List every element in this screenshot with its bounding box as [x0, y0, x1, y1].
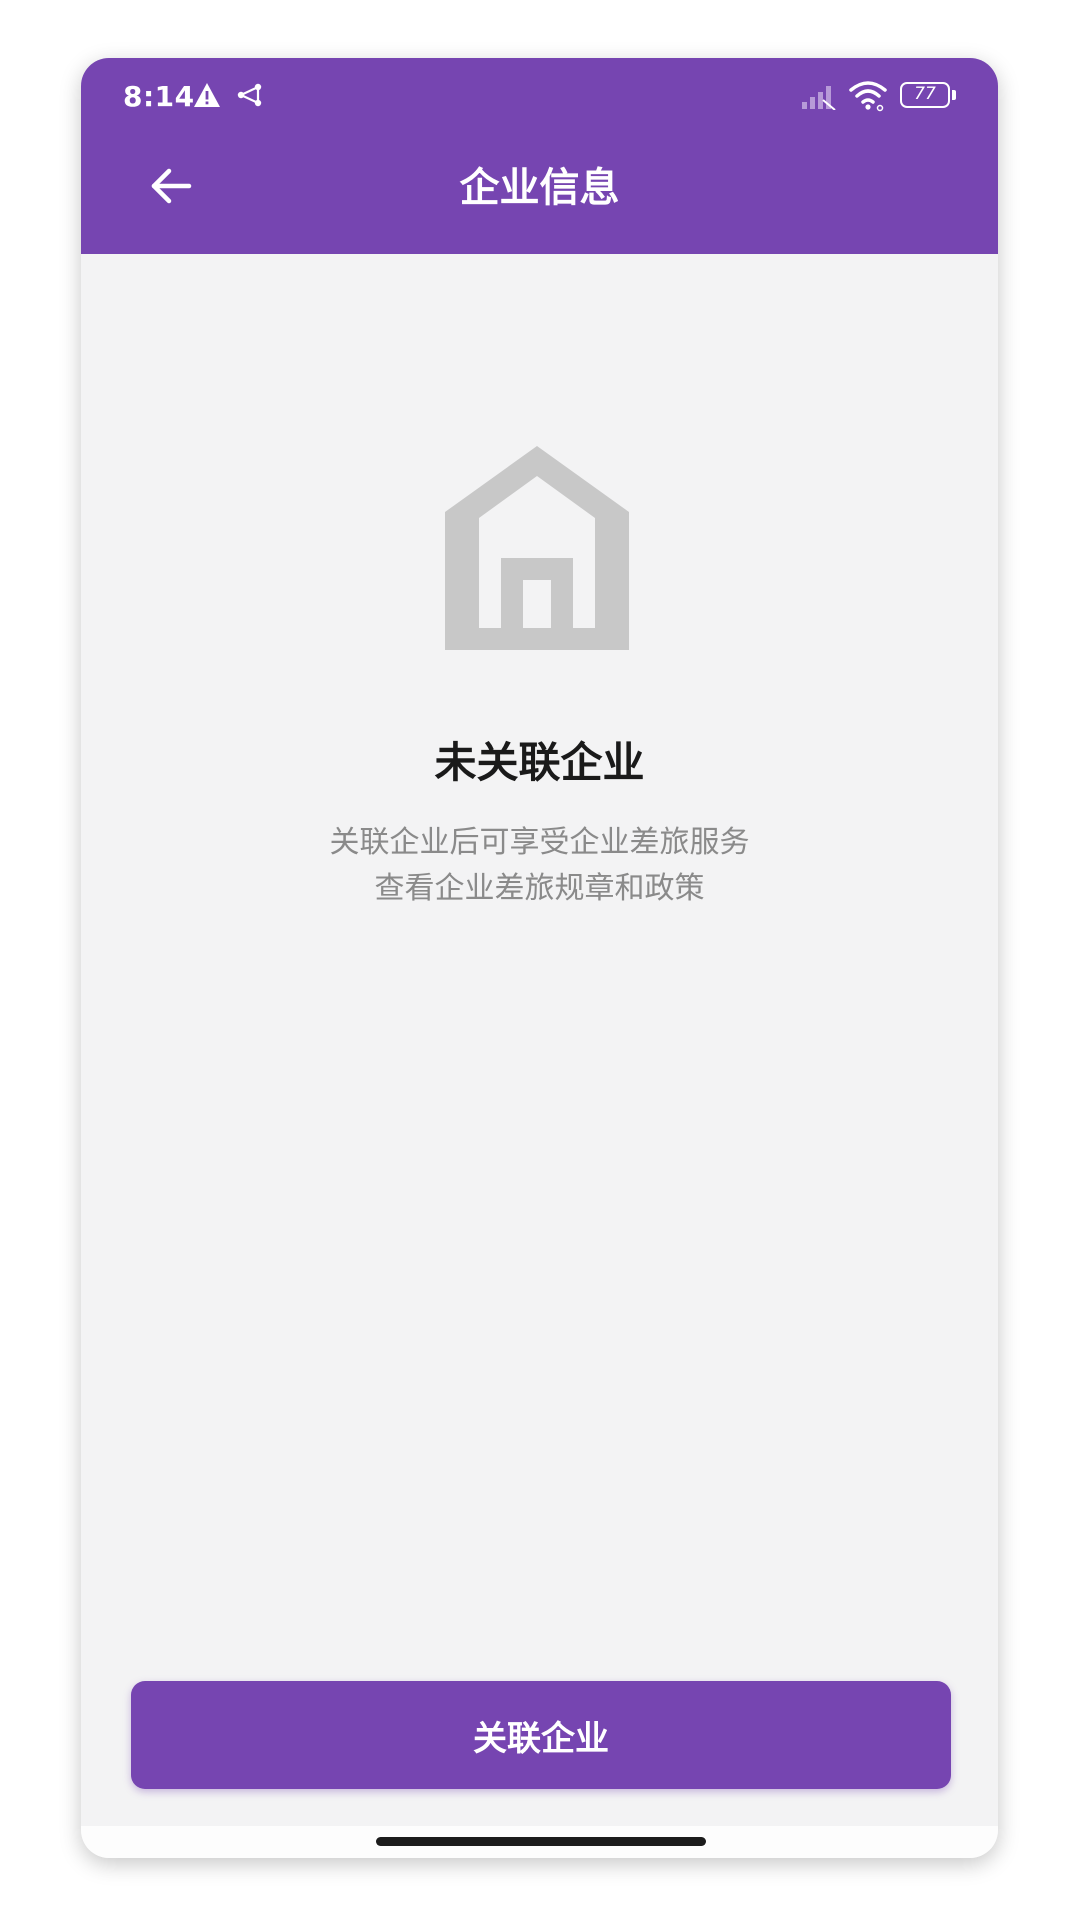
warning-icon — [194, 83, 220, 107]
battery-icon: 77 — [900, 82, 950, 108]
phone-screen: 8:14 77 企业信息 未关联企业 关联企业后可享受企业差旅服务 查看企业差旅… — [81, 58, 998, 1858]
description-line-1: 关联企业后可享受企业差旅服务 — [329, 825, 750, 860]
wifi-icon — [849, 81, 887, 112]
home-indicator[interactable] — [376, 1837, 706, 1846]
app-bar: 8:14 77 企业信息 — [81, 58, 998, 254]
status-time: 8:14 — [123, 80, 195, 113]
page-title: 企业信息 — [459, 165, 620, 211]
status-bar: 8:14 77 — [81, 58, 998, 138]
share-icon — [237, 83, 262, 107]
link-company-button[interactable]: 关联企业 — [131, 1681, 951, 1789]
battery-tip — [952, 90, 956, 100]
signal-icon — [802, 86, 836, 110]
house-icon — [445, 446, 629, 650]
battery-level: 77 — [914, 84, 936, 104]
description-line-2: 查看企业差旅规章和政策 — [374, 871, 705, 906]
empty-state-description: 关联企业后可享受企业差旅服务 查看企业差旅规章和政策 — [81, 820, 998, 912]
empty-state-title: 未关联企业 — [434, 738, 645, 787]
